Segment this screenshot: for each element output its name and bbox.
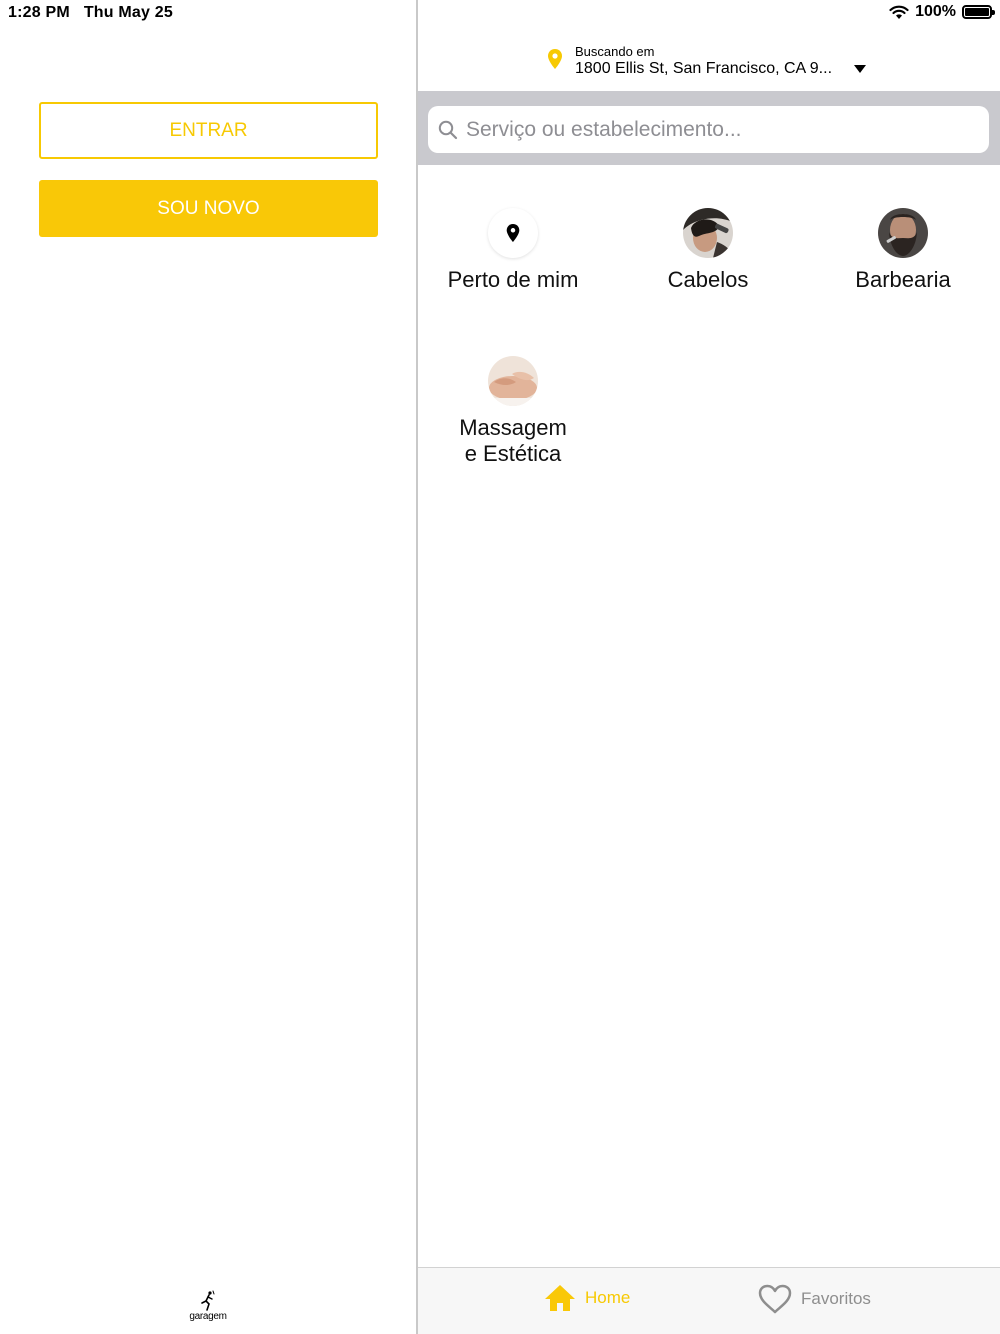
category-massagem-estetica[interactable]: Massagem e Estética (423, 356, 603, 467)
haircut-photo (683, 208, 733, 258)
status-bar: 1:28 PM Thu May 25 100% (0, 0, 1000, 28)
category-barbearia[interactable]: Barbearia (813, 208, 993, 293)
garagem-logo: garagem (188, 1290, 228, 1330)
battery-percent: 100% (915, 3, 956, 20)
tab-favoritos-label: Favoritos (801, 1289, 871, 1308)
location-selector[interactable]: Buscando em 1800 Ellis St, San Francisco… (548, 44, 878, 84)
home-icon (545, 1285, 575, 1311)
location-address: 1800 Ellis St, San Francisco, CA 9... (575, 60, 833, 77)
logo-text: garagem (189, 1311, 227, 1322)
signup-button[interactable]: SOU NOVO (39, 180, 378, 237)
chevron-down-icon (854, 65, 866, 73)
wifi-icon (889, 5, 909, 19)
category-perto-de-mim[interactable]: Perto de mim (423, 208, 603, 293)
category-cabelos[interactable]: Cabelos (618, 208, 798, 293)
right-panel: Buscando em 1800 Ellis St, San Francisco… (418, 0, 1000, 1334)
search-box[interactable] (428, 106, 989, 153)
runner-logo-icon (201, 1290, 215, 1311)
tab-home[interactable]: Home (544, 1284, 630, 1312)
status-right: 100% (889, 3, 995, 21)
category-label: Barbearia (855, 267, 951, 292)
location-label: Buscando em (575, 44, 655, 59)
heart-icon (758, 1284, 792, 1314)
tab-bar: Home Favoritos (418, 1267, 1000, 1334)
category-label: Massagem e Estética (459, 415, 567, 466)
location-pin-icon (548, 49, 562, 69)
location-pin-icon (488, 208, 538, 258)
tab-favoritos[interactable]: Favoritos (758, 1284, 871, 1314)
status-time: 1:28 PM Thu May 25 (8, 4, 173, 21)
category-label: Cabelos (667, 267, 749, 292)
massage-photo (488, 356, 538, 406)
category-label: Perto de mim (447, 267, 579, 292)
battery-icon (962, 5, 995, 19)
search-bar-container (418, 91, 1000, 165)
search-icon (438, 120, 458, 139)
login-button[interactable]: ENTRAR (39, 102, 378, 159)
beard-photo (878, 208, 928, 258)
tab-home-label: Home (585, 1288, 631, 1307)
left-panel: ENTRAR SOU NOVO garagem (0, 0, 416, 1334)
search-input[interactable] (466, 117, 966, 142)
